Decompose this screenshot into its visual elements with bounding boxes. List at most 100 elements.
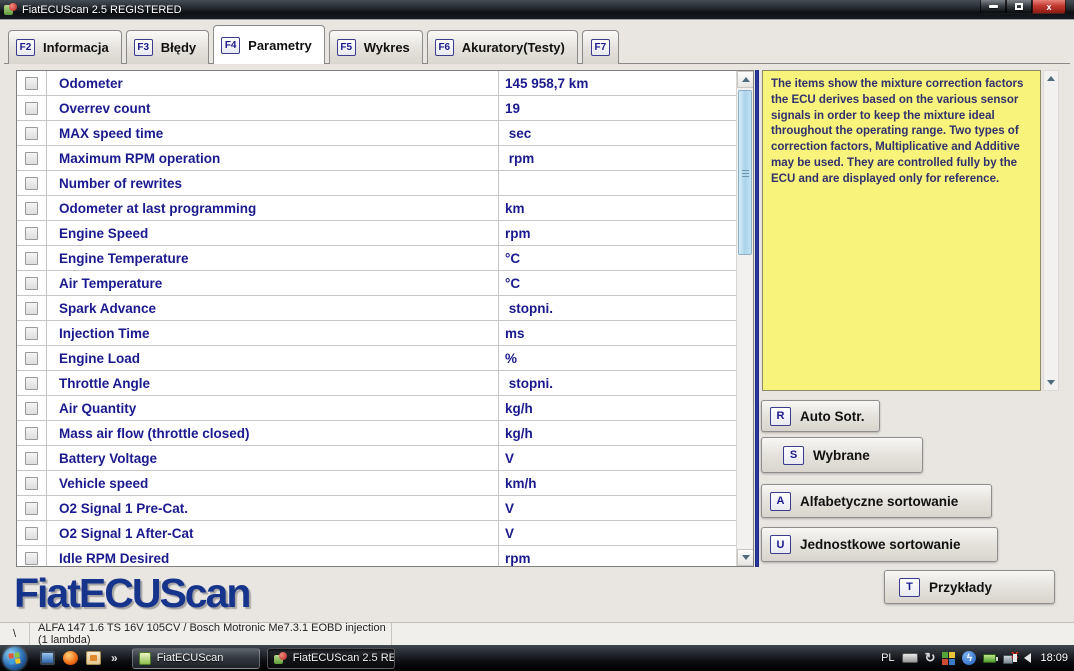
parameter-value: km/h [498, 471, 736, 495]
auto-sort-button[interactable]: R Auto Sotr. [761, 400, 880, 432]
row-checkbox[interactable] [25, 426, 38, 440]
tab-parametry[interactable]: F4 Parametry [213, 25, 325, 64]
parameter-value: 145 958,7 km [498, 71, 736, 95]
status-bar: \ ALFA 147 1.6 TS 16V 105CV / Bosch Motr… [0, 622, 1074, 646]
table-row[interactable]: Engine Temperature °C [17, 246, 736, 271]
parameter-value: rpm [498, 146, 736, 170]
tray-app-grid-icon[interactable] [942, 651, 956, 665]
parameter-value: stopni. [498, 371, 736, 395]
row-checkbox[interactable] [25, 551, 38, 565]
row-checkbox[interactable] [25, 126, 38, 140]
parameter-name: Number of rewrites [59, 175, 183, 191]
row-checkbox[interactable] [25, 401, 38, 415]
row-checkbox[interactable] [25, 251, 38, 265]
tab-wykres[interactable]: F5 Wykres [328, 30, 423, 64]
row-checkbox[interactable] [25, 76, 38, 90]
quick-launch [40, 651, 101, 665]
row-checkbox[interactable] [25, 151, 38, 165]
fiatecuscan-logo: FiatECUScan [14, 570, 251, 616]
table-row[interactable]: Number of rewrites [17, 171, 736, 196]
tab-informacja[interactable]: F2 Informacja [8, 30, 122, 64]
examples-button[interactable]: T Przykłady [884, 570, 1055, 604]
table-row[interactable]: Maximum RPM operation rpm [17, 146, 736, 171]
tab-bledy[interactable]: F3 Błędy [125, 30, 210, 64]
infobox-scroll-down[interactable] [1044, 375, 1058, 390]
table-row[interactable]: Throttle Angle stopni. [17, 371, 736, 396]
selected-button[interactable]: S Wybrane [761, 437, 923, 473]
table-row[interactable]: O2 Signal 1 After-Cat V [17, 521, 736, 546]
row-checkbox[interactable] [25, 451, 38, 465]
row-checkbox[interactable] [25, 326, 38, 340]
row-checkbox[interactable] [25, 526, 38, 540]
table-row[interactable]: Odometer 145 958,7 km [17, 71, 736, 96]
restore-button[interactable] [1006, 0, 1032, 14]
tab-f7[interactable]: F7 [581, 30, 619, 64]
table-row[interactable]: MAX speed time sec [17, 121, 736, 146]
keyboard-layout-icon[interactable] [901, 653, 918, 663]
f4-key-badge: F4 [221, 36, 241, 54]
show-desktop-icon[interactable] [40, 651, 55, 665]
table-row[interactable]: Vehicle speed km/h [17, 471, 736, 496]
quick-launch-overflow-chevron[interactable]: » [111, 651, 118, 665]
table-row[interactable]: Mass air flow (throttle closed) kg/h [17, 421, 736, 446]
table-row[interactable]: Battery Voltage V [17, 446, 736, 471]
start-button[interactable] [3, 646, 26, 670]
table-vertical-scrollbar[interactable] [736, 71, 753, 566]
scrollbar-thumb[interactable] [738, 90, 752, 255]
parameter-value: °C [498, 246, 736, 270]
unit-sort-button[interactable]: U Jednostkowe sortowanie [761, 527, 998, 562]
sync-icon[interactable]: ↻ [925, 650, 936, 666]
row-checkbox[interactable] [25, 226, 38, 240]
r-key-badge: R [770, 406, 791, 426]
table-row[interactable]: Injection Time ms [17, 321, 736, 346]
row-checkbox[interactable] [25, 201, 38, 215]
volume-icon[interactable] [1013, 653, 1032, 663]
table-row[interactable]: Odometer at last programming km [17, 196, 736, 221]
infobox-scroll-up[interactable] [1044, 71, 1058, 86]
language-indicator[interactable]: PL [881, 652, 894, 664]
tab-bar: F2 Informacja F3 Błędy F4 Parametry F5 W… [8, 25, 623, 64]
battery-icon[interactable] [983, 653, 999, 663]
t-key-badge: T [899, 577, 920, 597]
row-checkbox[interactable] [25, 351, 38, 365]
table-row[interactable]: Overrev count 19 [17, 96, 736, 121]
scroll-down-button[interactable] [737, 549, 753, 566]
table-row[interactable]: Idle RPM Desired rpm [17, 546, 736, 566]
window-controls: x [980, 0, 1066, 14]
taskbar: » FiatECUScan FiatECUScan 2.5 RE... PL ↻… [0, 645, 1074, 671]
table-row[interactable]: Air Temperature °C [17, 271, 736, 296]
parameter-name: Mass air flow (throttle closed) [59, 425, 250, 441]
row-checkbox[interactable] [25, 101, 38, 115]
clock[interactable]: 18:09 [1040, 652, 1068, 664]
minimize-button[interactable] [980, 0, 1006, 14]
row-checkbox[interactable] [25, 501, 38, 515]
window-title: FiatECUScan 2.5 REGISTERED [22, 3, 182, 16]
parameter-value: V [498, 521, 736, 545]
status-cell-vehicle: ALFA 147 1.6 TS 16V 105CV / Bosch Motron… [30, 622, 392, 646]
alphabetic-sort-button[interactable]: A Alfabetyczne sortowanie [761, 484, 992, 518]
parameter-name: Throttle Angle [59, 375, 150, 391]
row-checkbox[interactable] [25, 376, 38, 390]
table-row[interactable]: Air Quantity kg/h [17, 396, 736, 421]
parameter-name: Idle RPM Desired [59, 550, 170, 566]
system-tray: PL ↻ ϟ ✕ 18:09 [881, 645, 1068, 671]
infobox-scrollbar[interactable] [1043, 70, 1059, 391]
scroll-up-button[interactable] [737, 71, 753, 88]
table-row[interactable]: O2 Signal 1 Pre-Cat. V [17, 496, 736, 521]
parameter-value: V [498, 496, 736, 520]
firefox-icon[interactable] [63, 651, 78, 665]
table-row[interactable]: Engine Load % [17, 346, 736, 371]
tab-akuratory[interactable]: F6 Akuratory(Testy) [426, 30, 578, 64]
close-button[interactable]: x [1032, 0, 1066, 14]
tray-bolt-icon[interactable]: ϟ [962, 651, 977, 665]
table-row[interactable]: Engine Speed rpm [17, 221, 736, 246]
table-row[interactable]: Spark Advance stopni. [17, 296, 736, 321]
row-checkbox[interactable] [25, 176, 38, 190]
mail-icon[interactable] [86, 651, 101, 665]
row-checkbox[interactable] [25, 276, 38, 290]
taskbar-button-fiatecuscan[interactable]: FiatECUScan [131, 647, 260, 669]
row-checkbox[interactable] [25, 476, 38, 490]
row-checkbox[interactable] [25, 301, 38, 315]
window-titlebar: FiatECUScan 2.5 REGISTERED x [0, 0, 1074, 19]
taskbar-button-fiatecuscan-25[interactable]: FiatECUScan 2.5 RE... [266, 647, 395, 669]
